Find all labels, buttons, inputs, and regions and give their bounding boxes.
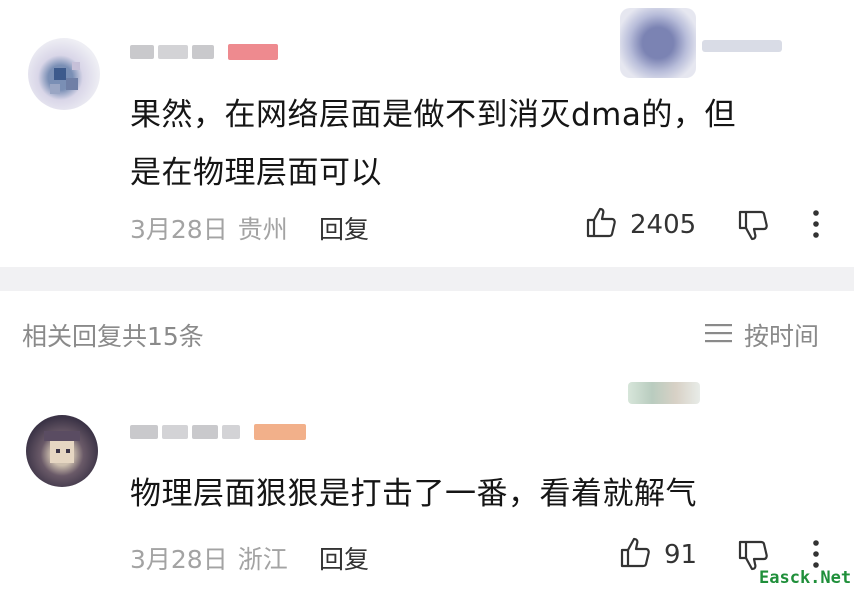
commenter-level-badge bbox=[228, 44, 278, 60]
comment-dislike-button[interactable] bbox=[736, 208, 772, 248]
commenter-name-blurred[interactable] bbox=[130, 44, 278, 60]
sort-toggle-button[interactable]: 按时间 bbox=[704, 317, 819, 353]
comment-content-line-1: 果然，在网络层面是做不到消灭dma的，但 bbox=[130, 97, 736, 133]
reply-more-button[interactable] bbox=[808, 538, 824, 572]
reply-location: 浙江 bbox=[237, 545, 288, 574]
commenter-decoration-text-blurred bbox=[702, 40, 782, 52]
sort-label: 按时间 bbox=[744, 322, 820, 351]
comment-like-button[interactable]: 2405 bbox=[584, 205, 696, 245]
reply-decoration-blurred bbox=[628, 382, 700, 404]
reply-date: 3月28日 bbox=[130, 545, 228, 574]
reply-like-button[interactable]: 91 bbox=[618, 535, 697, 575]
replier-level-badge bbox=[254, 424, 306, 440]
more-vertical-icon bbox=[813, 210, 819, 238]
comment-more-button[interactable] bbox=[808, 208, 824, 242]
section-divider bbox=[0, 267, 854, 291]
comment-location: 贵州 bbox=[237, 215, 288, 244]
comment-like-count: 2405 bbox=[630, 210, 697, 240]
reply-reply-button[interactable]: 回复 bbox=[319, 540, 369, 576]
reply-content: 物理层面狠狠是打击了一番，看着就解气 bbox=[130, 476, 697, 512]
replier-avatar[interactable] bbox=[26, 415, 98, 487]
reply-like-count: 91 bbox=[664, 540, 698, 570]
avatar-pixel-art bbox=[50, 62, 80, 94]
replier-name-blurred[interactable] bbox=[130, 424, 306, 440]
thumbs-up-icon bbox=[618, 535, 654, 575]
site-watermark: Easck.Net bbox=[757, 568, 854, 588]
comment-content: 果然，在网络层面是做不到消灭dma的，但 是在物理层面可以 bbox=[130, 86, 830, 202]
comment-meta: 3月28日 贵州 bbox=[130, 210, 288, 246]
avatar-pixel-art bbox=[44, 431, 80, 463]
thumbs-up-icon bbox=[584, 205, 620, 245]
comment-content-line-2: 是在物理层面可以 bbox=[130, 155, 382, 191]
commenter-decoration-blurred bbox=[620, 8, 696, 78]
more-vertical-icon bbox=[813, 540, 819, 568]
reply-meta: 3月28日 浙江 bbox=[130, 540, 288, 576]
comment-date: 3月28日 bbox=[130, 215, 228, 244]
replies-count-title: 相关回复共15条 bbox=[22, 322, 204, 351]
thumbs-down-icon bbox=[736, 210, 772, 248]
comment-reply-button[interactable]: 回复 bbox=[319, 210, 369, 246]
sort-lines-icon bbox=[704, 320, 734, 350]
commenter-avatar[interactable] bbox=[28, 38, 100, 110]
